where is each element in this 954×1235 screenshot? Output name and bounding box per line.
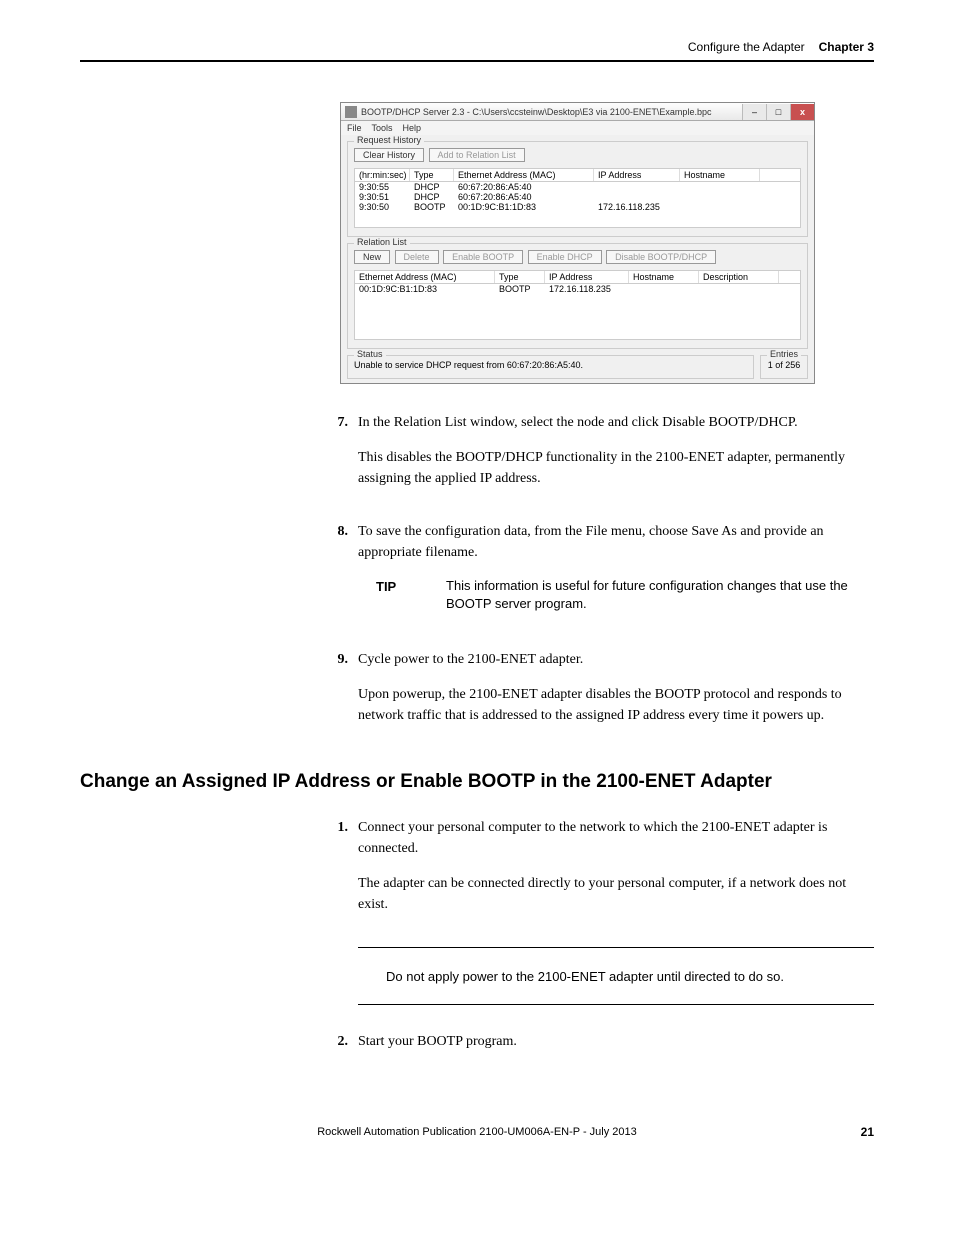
statusbar: Status Unable to service DHCP request fr… [347, 355, 808, 379]
minimize-button[interactable]: – [742, 104, 766, 120]
enable-dhcp-button[interactable]: Enable DHCP [528, 250, 602, 264]
step-text: In the Relation List window, select the … [358, 412, 874, 433]
status-label: Status [354, 349, 386, 359]
rl-row[interactable]: 00:1D:9C:B1:1D:83 BOOTP 172.16.118.235 [355, 284, 800, 294]
tip-text: This information is useful for future co… [446, 577, 874, 613]
disable-bootp-dhcp-button[interactable]: Disable BOOTP/DHCP [606, 250, 716, 264]
rl-col-mac: Ethernet Address (MAC) [355, 271, 495, 283]
app-icon [345, 106, 357, 118]
step-number: 1. [330, 817, 348, 929]
rh-row[interactable]: 9:30:50 BOOTP 00:1D:9C:B1:1D:83 172.16.1… [355, 202, 800, 212]
rh-col-mac: Ethernet Address (MAC) [454, 169, 594, 181]
rl-col-desc: Description [699, 271, 779, 283]
rh-col-ip: IP Address [594, 169, 680, 181]
page-header: Configure the Adapter Chapter 3 [80, 40, 874, 62]
divider [358, 1004, 874, 1005]
step-9: 9. Cycle power to the 2100-ENET adapter.… [330, 649, 874, 740]
section-heading: Change an Assigned IP Address or Enable … [80, 770, 874, 795]
request-history-label: Request History [354, 135, 424, 145]
bootp-window: BOOTP/DHCP Server 2.3 - C:\Users\ccstein… [340, 102, 815, 384]
tip-label: TIP [376, 577, 416, 613]
menu-tools[interactable]: Tools [372, 123, 393, 133]
tip-block: TIP This information is useful for futur… [376, 577, 874, 613]
step-1: 1. Connect your personal computer to the… [330, 817, 874, 929]
divider [358, 947, 874, 948]
header-section: Configure the Adapter [688, 40, 805, 54]
add-to-relation-button[interactable]: Add to Relation List [429, 148, 525, 162]
rh-row[interactable]: 9:30:55 DHCP 60:67:20:86:A5:40 [355, 182, 800, 192]
footer-page-number: 21 [861, 1125, 874, 1139]
delete-button[interactable]: Delete [395, 250, 439, 264]
close-button[interactable]: x [790, 104, 814, 120]
entries-label: Entries [767, 349, 801, 359]
step-text: Connect your personal computer to the ne… [358, 817, 874, 859]
menubar: File Tools Help [341, 121, 814, 135]
window-title: BOOTP/DHCP Server 2.3 - C:\Users\ccstein… [361, 107, 742, 117]
rl-body: 00:1D:9C:B1:1D:83 BOOTP 172.16.118.235 [354, 284, 801, 340]
warning-block: Do not apply power to the 2100-ENET adap… [358, 960, 874, 992]
rh-row[interactable]: 9:30:51 DHCP 60:67:20:86:A5:40 [355, 192, 800, 202]
step-number: 7. [330, 412, 348, 503]
step-number: 8. [330, 521, 348, 631]
relation-list-label: Relation List [354, 237, 410, 247]
rh-col-host: Hostname [680, 169, 760, 181]
step-text: To save the configuration data, from the… [358, 521, 874, 563]
enable-bootp-button[interactable]: Enable BOOTP [443, 250, 523, 264]
new-button[interactable]: New [354, 250, 390, 264]
relation-list-group: Relation List New Delete Enable BOOTP En… [347, 243, 808, 349]
menu-help[interactable]: Help [403, 123, 422, 133]
rl-columns: Ethernet Address (MAC) Type IP Address H… [354, 270, 801, 284]
step-text: Cycle power to the 2100-ENET adapter. [358, 649, 874, 670]
titlebar: BOOTP/DHCP Server 2.3 - C:\Users\ccstein… [341, 103, 814, 121]
entries-text: 1 of 256 [768, 360, 801, 370]
rh-col-type: Type [410, 169, 454, 181]
footer-publication: Rockwell Automation Publication 2100-UM0… [317, 1126, 637, 1138]
step-number: 9. [330, 649, 348, 740]
clear-history-button[interactable]: Clear History [354, 148, 424, 162]
rh-body: 9:30:55 DHCP 60:67:20:86:A5:40 9:30:51 D… [354, 182, 801, 228]
step-text: Upon powerup, the 2100-ENET adapter disa… [358, 684, 874, 726]
step-text: The adapter can be connected directly to… [358, 873, 874, 915]
step-text: Start your BOOTP program. [358, 1031, 874, 1052]
status-text: Unable to service DHCP request from 60:6… [354, 360, 583, 370]
rh-columns: (hr:min:sec) Type Ethernet Address (MAC)… [354, 168, 801, 182]
step-text: This disables the BOOTP/DHCP functionali… [358, 447, 874, 489]
page-footer: Rockwell Automation Publication 2100-UM0… [80, 1126, 874, 1138]
step-7: 7. In the Relation List window, select t… [330, 412, 874, 503]
maximize-button[interactable]: □ [766, 104, 790, 120]
header-chapter: Chapter 3 [819, 40, 874, 54]
step-number: 2. [330, 1031, 348, 1066]
step-2: 2. Start your BOOTP program. [330, 1031, 874, 1066]
menu-file[interactable]: File [347, 123, 362, 133]
warning-text: Do not apply power to the 2100-ENET adap… [386, 969, 784, 984]
rh-col-time: (hr:min:sec) [355, 169, 410, 181]
rl-col-type: Type [495, 271, 545, 283]
rl-col-host: Hostname [629, 271, 699, 283]
request-history-group: Request History Clear History Add to Rel… [347, 141, 808, 237]
step-8: 8. To save the configuration data, from … [330, 521, 874, 631]
rl-col-ip: IP Address [545, 271, 629, 283]
